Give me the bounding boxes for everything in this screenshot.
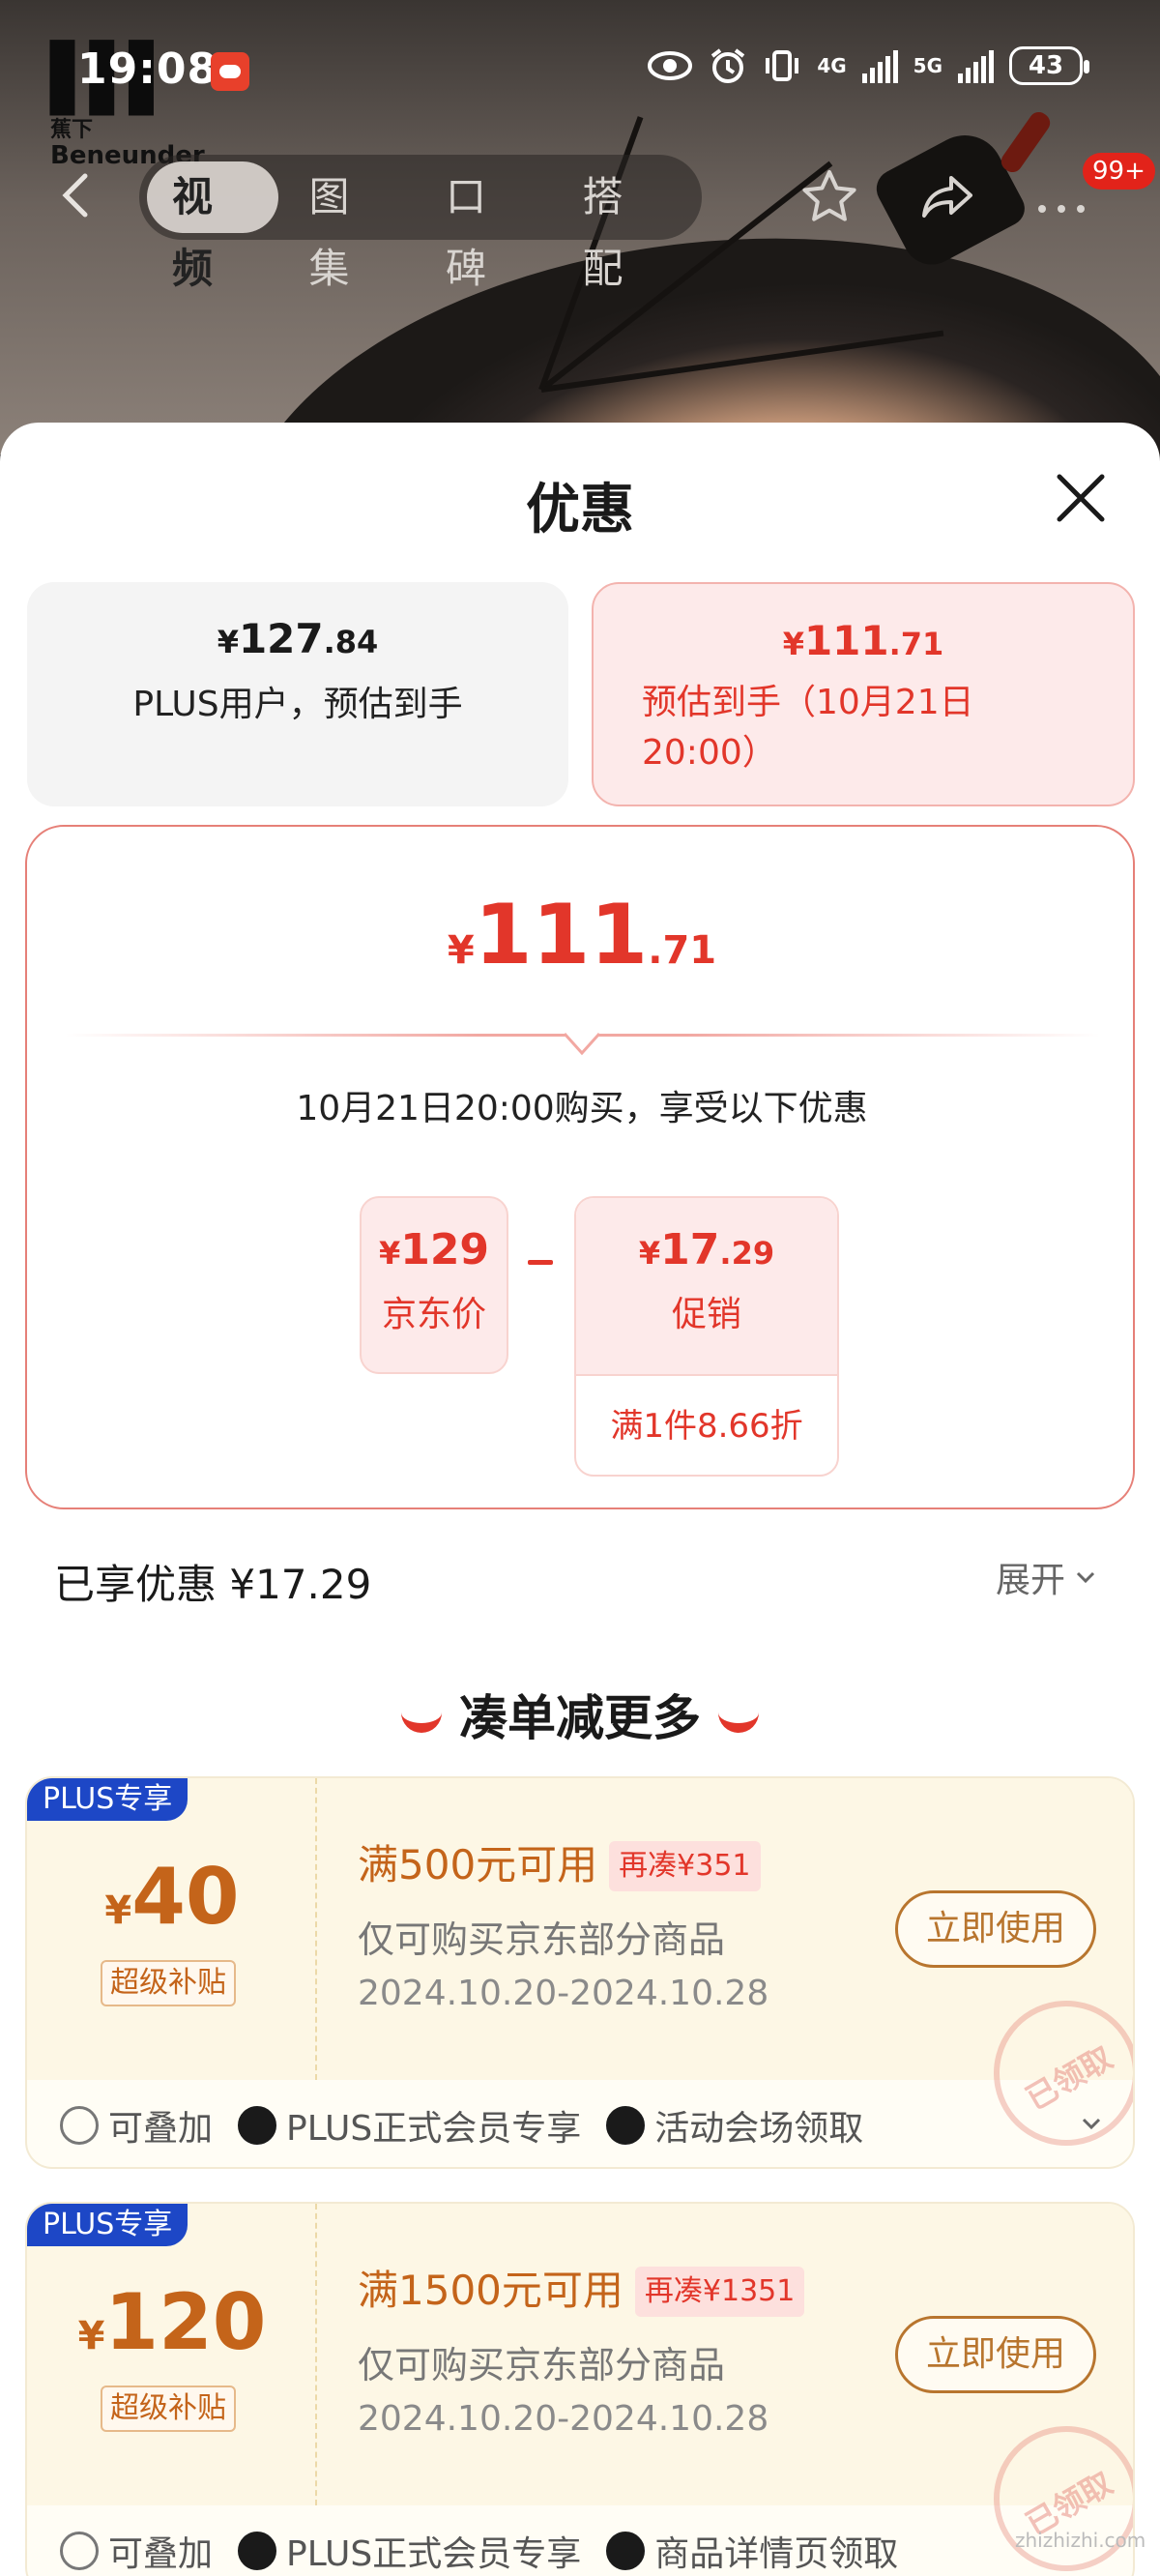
jd-price-value: ¥129 [378, 1225, 490, 1274]
feature-source: 商品详情页领取 [606, 2526, 898, 2576]
coupon-condition: 满500元可用 再凑¥351 [358, 1832, 761, 1891]
network-5g: 5G [913, 54, 942, 77]
price-option-estimated[interactable]: ¥111.71 预估到手（10月21日20:00） [592, 582, 1135, 806]
feature-source: 活动会场领取 [606, 2100, 863, 2151]
option-price: ¥111.71 [782, 617, 944, 664]
discount-sheet: 优惠 ¥127.84 PLUS用户，预估到手 ¥111.71 预估到手（10月2… [0, 423, 1160, 2576]
smile-icon [401, 1712, 442, 1733]
stack-icon [60, 2532, 99, 2570]
coupon-features: 可叠加 PLUS正式会员专享 商品详情页领取 [60, 2505, 1123, 2576]
coupon-card: PLUS专享 ¥120 超级补贴 满1500元可用 再凑¥1351 仅可购买京东部… [25, 2202, 1135, 2576]
price-detail-card: ¥111.71 10月21日20:00购买，享受以下优惠 ¥129 京东价 ¥1… [25, 825, 1135, 1509]
star-icon[interactable] [798, 166, 860, 228]
coupon-amount: ¥120 [77, 2277, 267, 2367]
option-label: 预估到手（10月21日20:00） [642, 683, 974, 773]
price-option-plus[interactable]: ¥127.84 PLUS用户，预估到手 [27, 582, 568, 806]
smile-icon [718, 1712, 759, 1733]
message-count-badge: 99+ [1083, 153, 1155, 190]
promo-rule: 满1件8.66折 [610, 1407, 803, 1446]
use-now-button[interactable]: 立即使用 [895, 1890, 1096, 1968]
stack-icon [60, 2106, 99, 2145]
battery-indicator: 43 [1009, 46, 1089, 85]
share-icon[interactable] [916, 166, 978, 228]
crown-icon [238, 2532, 277, 2570]
coupon-subsidy-tag: 超级补贴 [101, 1960, 236, 2006]
pointer-notch [563, 1032, 601, 1056]
coupon-main: PLUS专享 ¥40 超级补贴 满500元可用 再凑¥351 仅可购买京东部分商品… [27, 1778, 1133, 2167]
tab-match[interactable]: 搭配 [558, 161, 689, 292]
status-time: 19:08 [77, 44, 218, 94]
status-bar: 19:08 4G 5G 43 [0, 39, 1160, 97]
feature-plus-only: PLUS正式会员专享 [238, 2100, 581, 2151]
coupon-card: PLUS专享 ¥40 超级补贴 满500元可用 再凑¥351 仅可购买京东部分商品… [25, 1776, 1135, 2169]
signal-bars-icon [958, 48, 994, 83]
media-tabs: 视频 图集 口碑 搭配 [139, 155, 702, 292]
signal-bars-icon [861, 48, 898, 83]
network-4g: 4G [817, 54, 847, 77]
coupon-left: PLUS专享 ¥40 超级补贴 [27, 1778, 317, 2080]
watermark: zhizhizhi.com [1015, 2529, 1146, 2552]
coupon-scope: 仅可购买京东部分商品 [358, 2344, 726, 2386]
promo-value: ¥17.29 [638, 1225, 775, 1274]
coupon-condition: 满1500元可用 再凑¥1351 [358, 2258, 805, 2317]
crown-icon [238, 2106, 277, 2145]
coupon-scope: 仅可购买京东部分商品 [358, 1918, 726, 1961]
purchase-note: 10月21日20:00购买，享受以下优惠 [296, 1089, 868, 1128]
coupon-date: 2024.10.20-2024.10.28 [358, 2399, 769, 2439]
chevron-down-icon[interactable] [1079, 2111, 1104, 2136]
plus-tag: PLUS专享 [27, 2204, 188, 2246]
use-now-button[interactable]: 立即使用 [895, 2316, 1096, 2393]
tab-gallery[interactable]: 图集 [284, 161, 416, 292]
promo-box: ¥17.29 促销 满1件8.66折 [574, 1196, 839, 1477]
coupon-left: PLUS专享 ¥120 超级补贴 [27, 2204, 317, 2505]
vibrate-icon [766, 50, 799, 81]
eye-icon [648, 51, 693, 80]
coupon-remaining: 再凑¥1351 [634, 2267, 805, 2317]
coupon-remaining: 再凑¥351 [609, 1841, 761, 1891]
promo-label: 促销 [671, 1295, 741, 1334]
status-icons: 4G 5G 43 [647, 46, 1089, 85]
sheet-title: 优惠 [526, 479, 634, 542]
option-price: ¥127.84 [217, 615, 379, 662]
coupon-amount: ¥40 [104, 1852, 240, 1942]
ticket-icon [606, 2532, 646, 2570]
expand-label: 展开 [996, 1561, 1066, 1600]
jd-price-box: ¥129 京东价 [360, 1196, 508, 1374]
tab-reviews[interactable]: 口碑 [420, 161, 552, 292]
minus-sign [528, 1260, 553, 1265]
coupon-date: 2024.10.20-2024.10.28 [358, 1974, 769, 2013]
ticket-icon [606, 2106, 646, 2145]
feature-plus-only: PLUS正式会员专享 [238, 2526, 581, 2576]
chevron-down-icon [1076, 1571, 1095, 1584]
tab-video[interactable]: 视频 [147, 161, 278, 292]
coupon-subsidy-tag: 超级补贴 [101, 2386, 236, 2432]
plus-tag: PLUS专享 [27, 1778, 188, 1821]
option-label: PLUS用户，预估到手 [132, 685, 463, 724]
final-price: ¥111.71 [447, 887, 717, 983]
jd-price-label: 京东价 [381, 1295, 486, 1334]
alarm-icon [711, 48, 745, 83]
top-nav: 视频 图集 口碑 搭配 [0, 145, 1160, 292]
feature-stackable: 可叠加 [60, 2100, 213, 2151]
more-deals-heading: 凑单减更多 [0, 1680, 1160, 1749]
app-notification-icon [211, 52, 249, 91]
back-arrow-icon[interactable] [48, 166, 106, 224]
expand-button[interactable]: 展开 [996, 1552, 1098, 1602]
enjoyed-discount: 已享优惠 ¥17.29 [54, 1561, 372, 1608]
close-icon[interactable] [1052, 469, 1110, 527]
coupon-features: 可叠加 PLUS正式会员专享 活动会场领取 [60, 2080, 1123, 2167]
feature-stackable: 可叠加 [60, 2526, 213, 2576]
coupon-main: PLUS专享 ¥120 超级补贴 满1500元可用 再凑¥1351 仅可购买京东部… [27, 2204, 1133, 2576]
